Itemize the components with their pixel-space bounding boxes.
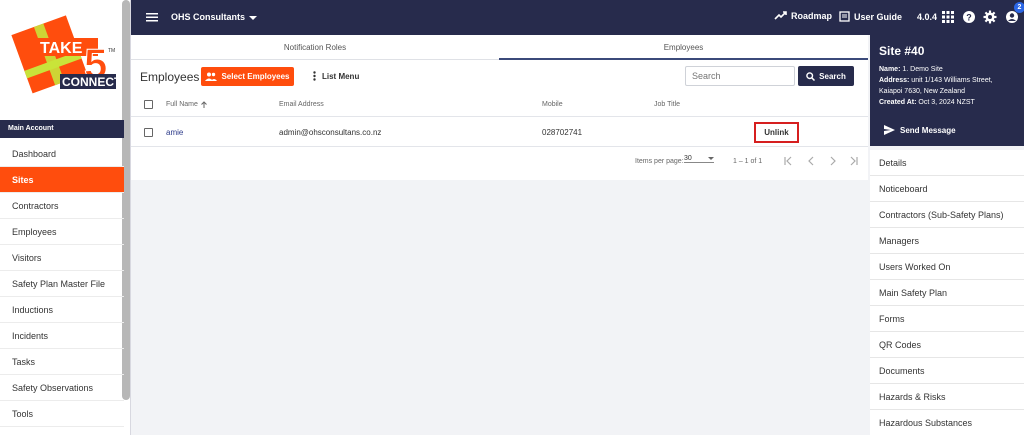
sort-up-arrow-icon (201, 100, 207, 108)
site-menu-contractors[interactable]: Contractors (Sub-Safety Plans) (870, 202, 1024, 228)
site-menu-details[interactable]: Details (870, 150, 1024, 176)
tab-notification-roles[interactable]: Notification Roles (131, 35, 499, 60)
roadmap-link[interactable]: Roadmap (774, 11, 832, 21)
site-menu-hazards-risks[interactable]: Hazards & Risks (870, 384, 1024, 410)
more-vertical-icon (313, 71, 316, 81)
unlink-button[interactable]: Unlink (754, 122, 799, 143)
list-menu-button[interactable]: List Menu (313, 71, 359, 81)
chevron-down-icon (708, 157, 714, 160)
column-label-full-name: Full Name (166, 100, 198, 108)
employee-name-link[interactable]: amie (166, 118, 183, 146)
site-menu-qr-codes[interactable]: QR Codes (870, 332, 1024, 358)
site-title: Site #40 (879, 44, 925, 58)
employee-mobile: 028702741 (542, 127, 583, 137)
row-checkbox[interactable] (144, 127, 153, 137)
sidebar: TAKE 5 TM CONNECT Main Account Dashboard… (0, 0, 131, 435)
user-guide-link[interactable]: User Guide (839, 11, 902, 22)
tab-bar: Notification Roles Employees (131, 35, 868, 60)
sidebar-item-safety-plan-master-file[interactable]: Safety Plan Master File (0, 271, 124, 297)
previous-page-icon[interactable] (806, 156, 816, 166)
site-menu-main-safety-plan[interactable]: Main Safety Plan (870, 280, 1024, 306)
items-per-page-select[interactable]: 30 (684, 155, 714, 163)
apps-grid-icon[interactable] (941, 10, 955, 24)
site-menu-noticeboard[interactable]: Noticeboard (870, 176, 1024, 202)
site-created-label: Created At: (879, 99, 917, 106)
book-icon (839, 11, 850, 22)
group-icon (205, 72, 218, 81)
site-menu-forms[interactable]: Forms (870, 306, 1024, 332)
site-name-label: Name: (879, 66, 901, 73)
table-header: Full Name Email Address Mobile Job Title (131, 92, 868, 117)
sidebar-item-incidents[interactable]: Incidents (0, 323, 124, 349)
take5-connect-logo[interactable]: TAKE 5 TM CONNECT (8, 8, 120, 98)
paginator: Items per page: 30 1 – 1 of 1 (131, 148, 868, 176)
select-all-checkbox[interactable] (144, 99, 153, 109)
site-menu: Details Noticeboard Contractors (Sub-Saf… (870, 150, 1024, 435)
site-menu-users-worked-on[interactable]: Users Worked On (870, 254, 1024, 280)
send-icon (884, 125, 895, 135)
items-per-page-value: 30 (684, 155, 692, 162)
items-per-page-label: Items per page: (635, 157, 684, 165)
page-title: Employees (140, 70, 200, 84)
gear-icon[interactable] (983, 10, 997, 24)
sidebar-item-tasks[interactable]: Tasks (0, 349, 124, 375)
sidebar-item-sites[interactable]: Sites (0, 167, 124, 193)
sidebar-item-visitors[interactable]: Visitors (0, 245, 124, 271)
first-page-icon[interactable] (783, 156, 793, 166)
select-employees-label: Select Employees (221, 72, 290, 81)
sidebar-item-contractors[interactable]: Contractors (0, 193, 124, 219)
sidebar-item-dashboard[interactable]: Dashboard (0, 141, 124, 167)
site-details-header: Site #40 Name: 1. Demo Site Address: uni… (870, 35, 1024, 146)
select-employees-button[interactable]: Select Employees (201, 67, 294, 86)
help-icon[interactable]: ? (962, 10, 976, 24)
svg-text:TM: TM (108, 48, 115, 54)
search-icon (806, 71, 816, 81)
site-menu-hazardous-substances[interactable]: Hazardous Substances (870, 410, 1024, 435)
search-button-label: Search (819, 71, 846, 81)
sidebar-item-tools[interactable]: Tools (0, 401, 124, 427)
next-page-icon[interactable] (828, 156, 838, 166)
search-button[interactable]: Search (798, 66, 854, 86)
column-header-full-name[interactable]: Full Name (166, 92, 207, 116)
sidebar-item-safety-observations[interactable]: Safety Observations (0, 375, 124, 401)
svg-text:CONNECT: CONNECT (62, 75, 120, 89)
sidebar-item-employees[interactable]: Employees (0, 219, 124, 245)
svg-text:TAKE: TAKE (40, 40, 83, 57)
employees-panel: Employees Select Employees List Menu Sea… (131, 60, 868, 180)
site-address-line: Address: unit 1/143 Williams Street, Kai… (879, 75, 1015, 97)
site-created-line: Created At: Oct 3, 2024 NZST (879, 97, 1015, 108)
site-created: Oct 3, 2024 NZST (918, 99, 975, 106)
site-address-label: Address: (879, 77, 910, 84)
hamburger-menu-icon[interactable] (145, 10, 159, 24)
site-menu-documents[interactable]: Documents (870, 358, 1024, 384)
organization-selector[interactable]: OHS Consultants (171, 12, 258, 22)
roadmap-label: Roadmap (791, 11, 833, 21)
page-range: 1 – 1 of 1 (733, 157, 763, 165)
employee-email: admin@ohsconsultans.co.nz (279, 127, 382, 137)
site-menu-managers[interactable]: Managers (870, 228, 1024, 254)
sidebar-nav: Dashboard Sites Contractors Employees Vi… (0, 141, 124, 427)
app-version: 4.0.4 (917, 12, 938, 22)
notification-badge: 2 (1014, 2, 1024, 13)
table-row: amie admin@ohsconsultans.co.nz 028702741… (131, 118, 868, 147)
column-header-job-title: Job Title (654, 100, 681, 108)
svg-text:?: ? (966, 13, 972, 23)
sidebar-section-main-account: Main Account (0, 120, 124, 138)
column-header-email: Email Address (279, 100, 324, 108)
send-message-label: Send Message (900, 125, 956, 135)
last-page-icon[interactable] (849, 156, 859, 166)
chevron-down-icon (249, 15, 258, 20)
send-message-button[interactable]: Send Message (884, 125, 956, 135)
column-header-mobile: Mobile (542, 100, 563, 108)
top-bar: OHS Consultants Roadmap User Guide 4.0.4… (131, 0, 1024, 35)
organization-name: OHS Consultants (171, 12, 246, 22)
list-menu-label: List Menu (322, 71, 360, 81)
site-name: 1. Demo Site (902, 66, 943, 73)
site-name-line: Name: 1. Demo Site (879, 64, 1015, 75)
search-input[interactable] (685, 66, 795, 86)
trending-up-icon (774, 11, 787, 20)
sidebar-item-inductions[interactable]: Inductions (0, 297, 124, 323)
user-guide-label: User Guide (854, 11, 903, 22)
tab-employees[interactable]: Employees (499, 35, 868, 60)
